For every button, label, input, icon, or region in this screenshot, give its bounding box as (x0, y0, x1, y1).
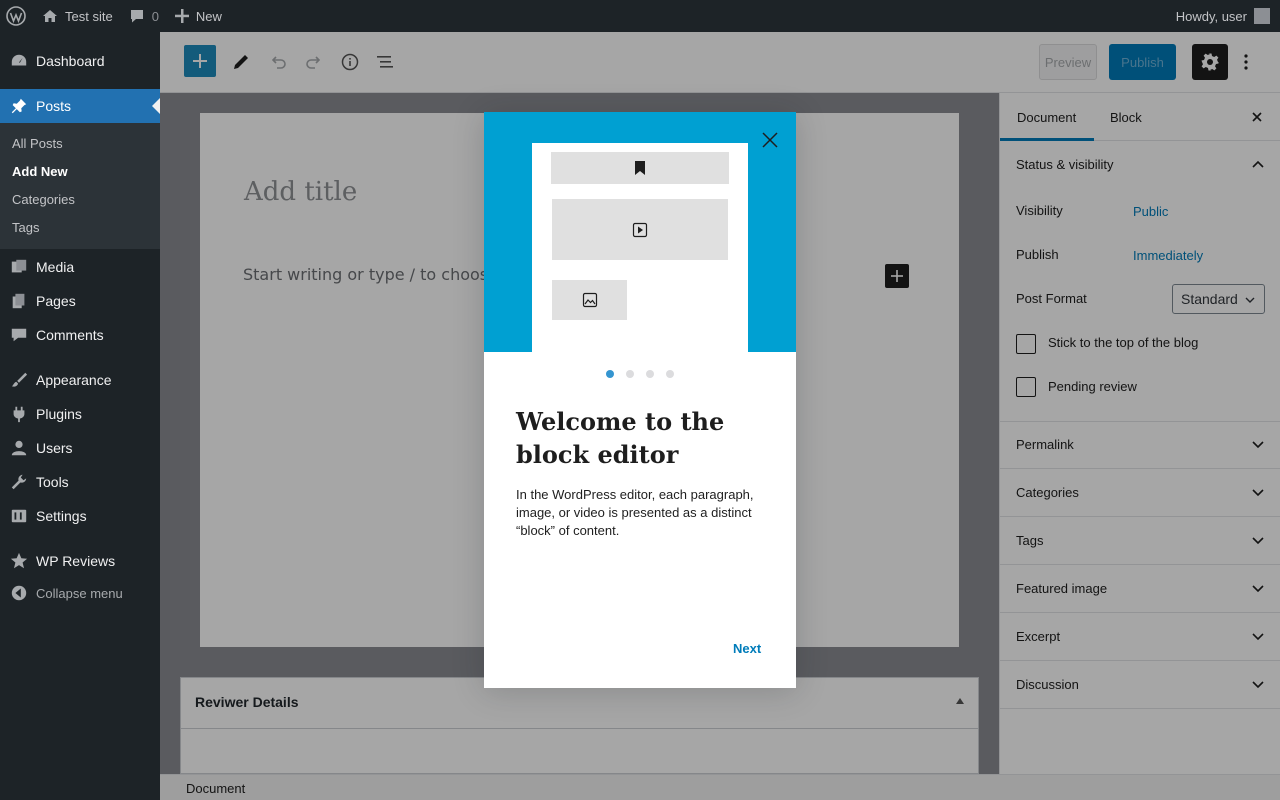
sidebar-item-posts[interactable]: Posts (0, 89, 160, 123)
illustration-block-heading (551, 152, 729, 184)
sidebar-item-dashboard[interactable]: Dashboard (0, 44, 160, 78)
image-icon (582, 292, 597, 308)
sidebar-item-label: Tools (36, 474, 69, 490)
collapse-icon (0, 584, 36, 602)
comments-count: 0 (151, 8, 159, 24)
paintbrush-icon (0, 371, 36, 389)
sidebar-item-appearance[interactable]: Appearance (0, 363, 160, 397)
posts-submenu: All Posts Add New Categories Tags (0, 123, 160, 249)
sidebar-item-label: WP Reviews (36, 553, 116, 569)
dashboard-icon (0, 52, 36, 70)
submenu-tags[interactable]: Tags (12, 220, 39, 235)
page-dot-3[interactable] (646, 370, 654, 378)
illustration-block-video (552, 199, 728, 260)
sidebar-item-wp-reviews[interactable]: WP Reviews (0, 544, 160, 578)
sidebar-item-users[interactable]: Users (0, 431, 160, 465)
sidebar-item-label: Plugins (36, 406, 82, 422)
welcome-guide-modal: Welcome to the block editor In the WordP… (484, 112, 796, 688)
guide-illustration (484, 112, 796, 352)
avatar (1254, 8, 1270, 24)
star-icon (0, 552, 36, 570)
submenu-categories[interactable]: Categories (12, 192, 75, 207)
media-icon (0, 258, 36, 276)
sidebar-item-label: Users (36, 440, 73, 456)
page-dot-4[interactable] (666, 370, 674, 378)
home-icon (42, 8, 58, 24)
admin-menu: Dashboard Posts All Posts Add New Catego… (0, 32, 160, 800)
submenu-all-posts[interactable]: All Posts (12, 136, 63, 151)
sidebar-item-label: Comments (36, 327, 104, 343)
sidebar-item-settings[interactable]: Settings (0, 499, 160, 533)
page-dot-2[interactable] (626, 370, 634, 378)
plus-icon (174, 9, 189, 23)
next-button[interactable]: Next (733, 641, 761, 656)
sidebar-item-tools[interactable]: Tools (0, 465, 160, 499)
guide-description: In the WordPress editor, each paragraph,… (516, 487, 754, 538)
new-label: New (195, 8, 222, 24)
users-icon (0, 439, 36, 457)
sidebar-item-label: Posts (36, 98, 72, 114)
pin-icon (0, 97, 36, 115)
sidebar-item-comments[interactable]: Comments (0, 318, 160, 352)
new-content-link[interactable]: New (167, 0, 230, 32)
sidebar-item-label: Appearance (36, 372, 112, 388)
page-dot-1[interactable] (606, 370, 614, 378)
submenu-add-new[interactable]: Add New (12, 164, 68, 179)
sidebar-item-plugins[interactable]: Plugins (0, 397, 160, 431)
comments-icon (0, 326, 36, 344)
site-name: Test site (65, 8, 113, 24)
illustration-block-image (552, 280, 627, 320)
sidebar-item-label: Media (36, 259, 75, 275)
settings-icon (0, 507, 36, 525)
sidebar-item-label: Settings (36, 508, 87, 524)
video-play-icon (632, 222, 648, 237)
sidebar-item-pages[interactable]: Pages (0, 284, 160, 318)
sidebar-item-label: Dashboard (36, 53, 105, 69)
collapse-menu-button[interactable]: Collapse menu (0, 576, 160, 610)
close-icon (762, 132, 778, 148)
bookmark-icon (635, 161, 645, 175)
sidebar-item-media[interactable]: Media (0, 250, 160, 284)
plugin-icon (0, 405, 36, 423)
guide-heading: Welcome to the block editor (516, 407, 725, 469)
sidebar-item-label: Pages (36, 293, 76, 309)
user-account-menu[interactable]: Howdy, user (1168, 0, 1280, 32)
admin-bar: Test site 0 New Howdy, user (0, 0, 1280, 32)
comments-link[interactable]: 0 (121, 0, 167, 32)
editor-illustration (532, 143, 748, 352)
greeting-text: Howdy, user (1175, 8, 1247, 24)
collapse-label: Collapse menu (36, 585, 123, 601)
wrench-icon (0, 473, 36, 491)
wordpress-logo-icon[interactable] (0, 0, 34, 32)
pages-icon (0, 292, 36, 310)
site-name-link[interactable]: Test site (34, 0, 121, 32)
close-guide-button[interactable] (758, 128, 782, 152)
page-indicator (484, 370, 796, 378)
comment-icon (129, 8, 145, 24)
